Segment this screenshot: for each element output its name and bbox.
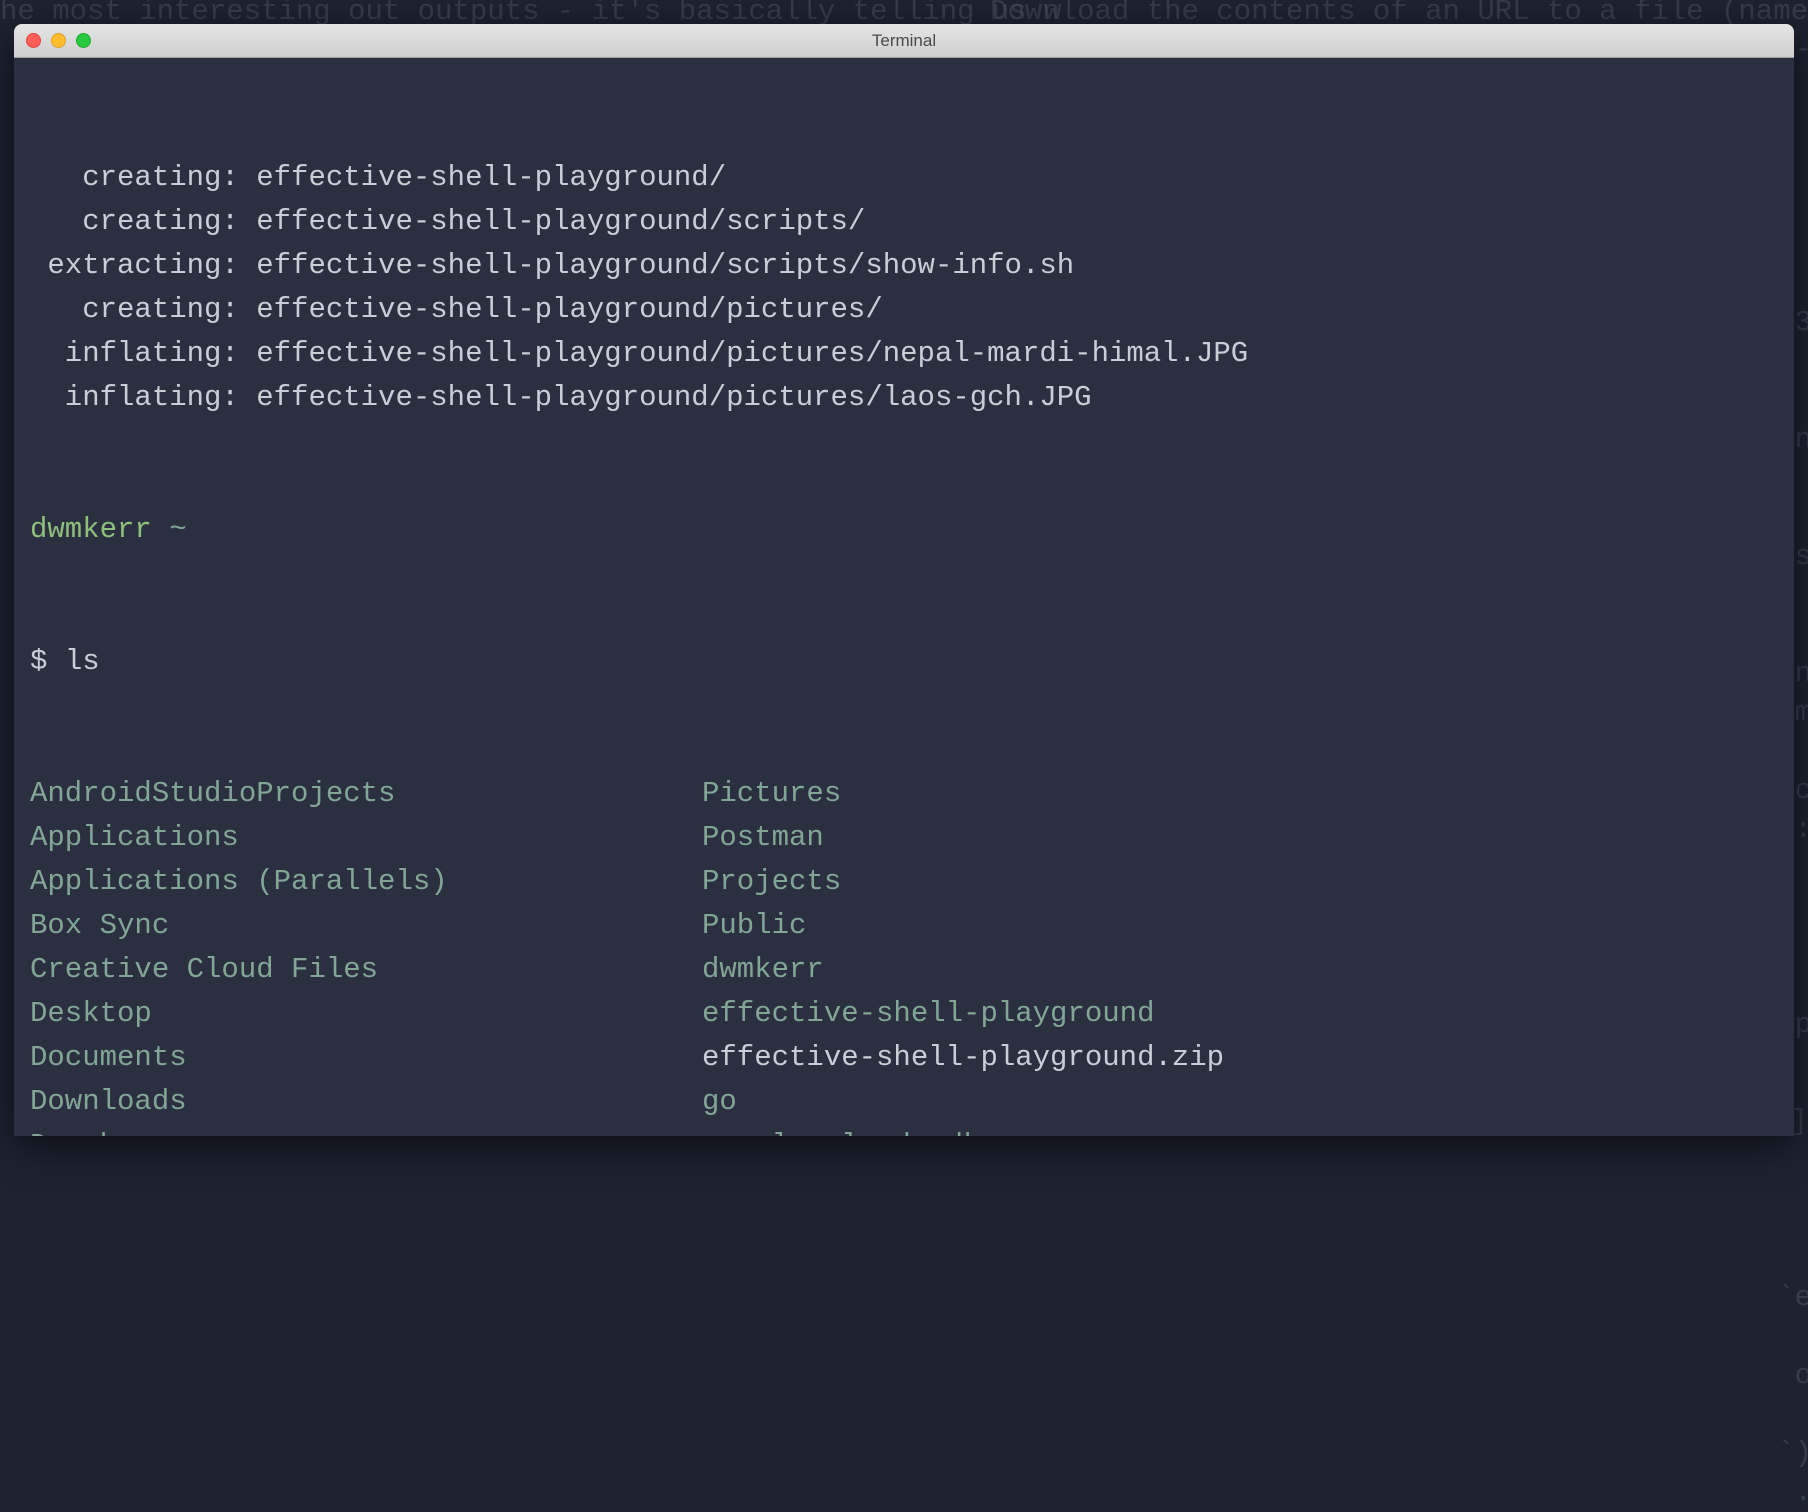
list-item: effective-shell-playground.zip: [702, 1036, 1224, 1080]
terminal-window: Terminal creating: effective-shell-playg…: [14, 24, 1794, 1136]
unzip-output: creating: effective-shell-playground/ cr…: [30, 156, 1778, 420]
list-item: Box Sync: [30, 904, 702, 948]
titlebar[interactable]: Terminal: [14, 24, 1794, 58]
ls-column-1: AndroidStudioProjectsApplicationsApplica…: [30, 772, 702, 1136]
unzip-line: creating: effective-shell-playground/scr…: [30, 200, 1778, 244]
unzip-line: creating: effective-shell-playground/pic…: [30, 288, 1778, 332]
unzip-line: inflating: effective-shell-playground/pi…: [30, 332, 1778, 376]
list-item: Downloads: [30, 1080, 702, 1124]
ls-output: AndroidStudioProjectsApplicationsApplica…: [30, 772, 1778, 1136]
list-item: Desktop: [30, 992, 702, 1036]
list-item: Pictures: [702, 772, 1224, 816]
list-item: Applications: [30, 816, 702, 860]
terminal-body[interactable]: creating: effective-shell-playground/ cr…: [14, 58, 1794, 1136]
list-item: Postman: [702, 816, 1224, 860]
list-item: dwmkerr: [702, 948, 1224, 992]
list-item: Public: [702, 904, 1224, 948]
window-title: Terminal: [14, 31, 1794, 51]
list-item: Projects: [702, 860, 1224, 904]
prompt-symbol: $: [30, 645, 47, 678]
unzip-line: creating: effective-shell-playground/: [30, 156, 1778, 200]
command-text: ls: [65, 645, 100, 678]
prompt-line-1: dwmkerr ~: [30, 508, 1778, 552]
list-item: google-cloud-sdk: [702, 1124, 1224, 1136]
list-item: AndroidStudioProjects: [30, 772, 702, 816]
unzip-line: extracting: effective-shell-playground/s…: [30, 244, 1778, 288]
minimize-icon[interactable]: [51, 33, 66, 48]
maximize-icon[interactable]: [76, 33, 91, 48]
traffic-lights: [26, 33, 91, 48]
list-item: go: [702, 1080, 1224, 1124]
close-icon[interactable]: [26, 33, 41, 48]
prompt-user: dwmkerr: [30, 513, 152, 546]
list-item: Applications (Parallels): [30, 860, 702, 904]
prompt-cwd: ~: [169, 513, 186, 546]
list-item: Creative Cloud Files: [30, 948, 702, 992]
unzip-line: inflating: effective-shell-playground/pi…: [30, 376, 1778, 420]
command-line-ls: $ ls: [30, 640, 1778, 684]
list-item: Documents: [30, 1036, 702, 1080]
list-item: Dropbox: [30, 1124, 702, 1136]
ls-column-2: PicturesPostmanProjectsPublicdwmkerreffe…: [702, 772, 1224, 1136]
list-item: effective-shell-playground: [702, 992, 1224, 1036]
